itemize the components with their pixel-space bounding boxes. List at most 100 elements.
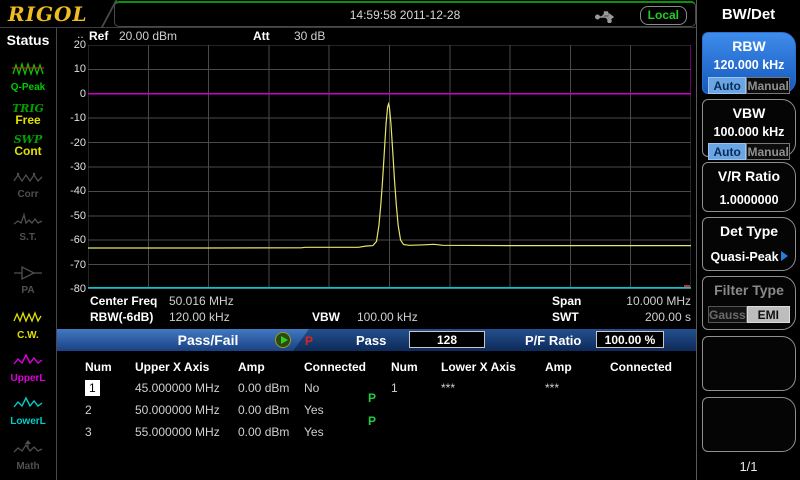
y-axis-tick: -70 [59,259,86,271]
vbw-value: 100.00 kHz [357,310,418,324]
softkey-blank-1[interactable] [702,336,796,391]
sidebar-item-label: Math [16,462,39,472]
y-axis-tick: 10 [59,63,86,75]
lower-row-connected [610,380,696,402]
y-axis-tick: -50 [59,210,86,222]
filter-emi-toggle[interactable]: EMI [747,306,790,323]
att-label: Att [253,29,270,43]
selected-cell[interactable]: 1 [85,380,100,396]
lower-row-x[interactable]: *** [441,380,545,402]
y-axis-tick: -10 [59,112,86,124]
sidebar-item-trig: TRIG Free [12,103,44,126]
sidebar-item-swp: SWP Cont [14,134,43,157]
col-header-num-lower: Num [391,351,441,380]
softkey-vbw[interactable]: VBW 100.000 kHz Auto Manual [702,99,796,157]
att-value: 30 dB [294,29,325,43]
rbw-auto-toggle[interactable]: Auto [708,77,746,94]
upper-row-x[interactable]: 45.000000 MHz [135,380,238,402]
pass-fail-title-tab: Pass/Fail [57,329,309,351]
sidebar-item-label: S.T. [19,233,36,243]
upper-row-connected[interactable]: No [304,380,370,402]
sidebar-item-label: PA [21,286,34,296]
upper-row-num[interactable]: 3 [85,424,135,446]
softkey-vr-ratio[interactable]: V/R Ratio 1.0000000 [702,162,796,212]
ref-value: 20.00 dBm [119,29,177,43]
col-header-amp-upper: Amp [238,351,304,380]
quasi-peak-wave-icon [12,60,44,82]
pass-mark: P [368,414,376,428]
upper-row-amp[interactable]: 0.00 dBm [238,402,304,424]
graph-header: .. Ref 20.00 dBm Att 30 dB [57,29,696,44]
lower-row-amp[interactable]: *** [545,380,610,402]
sidebar-item-qpeak: Q-Peak [11,60,45,93]
vbw-manual-toggle[interactable]: Manual [746,143,790,160]
sidebar-item-label: UpperL [11,374,46,384]
upper-row-num[interactable]: 2 [85,402,135,424]
col-header-upper-x: Upper X Axis [135,351,238,380]
pass-mark: P [368,391,376,405]
softkey-det-type[interactable]: Det Type Quasi-Peak [702,217,796,271]
cw-wave-icon [13,308,43,330]
rbw-value: 120.00 kHz [169,310,230,324]
math-wave-icon [13,439,43,461]
col-header-connected-upper: Connected [304,351,370,380]
center-freq-label: Center Freq [90,294,157,308]
col-header-amp-lower: Amp [545,351,610,380]
sidebar-item-corr: Corr [13,169,43,200]
y-axis-tick: -30 [59,161,86,173]
filter-gauss-toggle[interactable]: Gauss [708,306,747,323]
y-axis-tick: -20 [59,137,86,149]
upper-row-x[interactable]: 50.000000 MHz [135,402,238,424]
vbw-label: VBW [312,310,340,324]
swt-label: SWT [552,310,579,324]
vbw-auto-toggle[interactable]: Auto [708,143,746,160]
sidebar-item-label: Corr [17,190,38,200]
filter-type-label: Filter Type [703,282,795,298]
vr-ratio-value: 1.0000000 [703,193,795,207]
sidebar-item-cw: C.W. [13,308,43,341]
softkey-blank-2[interactable] [702,397,796,452]
limit-marker-red [684,285,690,287]
rbw-manual-toggle[interactable]: Manual [746,77,790,94]
vbw-menu-value: 100.000 kHz [703,125,795,139]
upper-row-amp[interactable]: 0.00 dBm [238,424,304,446]
upper-limit-wave-icon [13,351,43,373]
lower-row-num[interactable]: 1 [391,380,441,402]
swt-value: 200.00 s [645,310,691,324]
grid-lines [88,45,691,289]
upper-row-connected[interactable]: Yes [304,424,370,446]
vr-ratio-label: V/R Ratio [703,168,795,184]
top-bar: RIGOL 14:59:58 2011-12-28 Local [0,0,800,28]
upper-row-connected[interactable]: Yes [304,402,370,424]
lower-limit-wave-icon [13,394,43,416]
correction-wave-icon [13,169,43,189]
rigol-logo: RIGOL [8,2,88,26]
submenu-arrow-icon [781,251,788,261]
status-sidebar: Status Q-Peak TRIG Free SWP Cont [0,28,57,480]
rbw-menu-label: RBW [703,38,795,54]
preamp-icon [13,265,43,285]
play-button[interactable] [275,332,291,348]
col-header-connected-lower: Connected [610,351,696,380]
readout-row-2: RBW(-6dB) 120.00 kHz VBW 100.00 kHz SWT … [57,310,696,325]
softkey-filter-type[interactable]: Filter Type Gauss EMI [702,276,796,330]
readout-row-1: Center Freq 50.016 MHz Span 10.000 MHz [57,294,696,309]
sidebar-item-label: Q-Peak [11,83,45,93]
upper-row-x[interactable]: 55.000000 MHz [135,424,238,446]
spectrum-plot [88,45,691,289]
upper-row-num[interactable]: 1 [85,380,135,402]
softkey-rbw[interactable]: RBW 120.000 kHz Auto Manual [702,32,796,94]
limit-table: Num Upper X Axis Amp Connected Num Lower… [57,351,696,480]
det-type-label: Det Type [703,223,795,239]
sidebar-item-upperl: UpperL [11,351,46,384]
pass-fail-bar: Pass/Fail P Pass 128 P/F Ratio 100.00 % [57,329,696,351]
main-display: .. Ref 20.00 dBm Att 30 dB 20 10 0 -10 -… [57,28,696,480]
pass-indicator-p: P [305,334,313,348]
rbw-menu-value: 120.000 kHz [703,58,795,72]
y-axis-tick: 20 [59,39,86,51]
span-label: Span [552,294,581,308]
y-axis-tick: 0 [59,88,86,100]
span-value: 10.000 MHz [626,294,691,308]
center-freq-value: 50.016 MHz [169,294,234,308]
upper-row-amp[interactable]: 0.00 dBm [238,380,304,402]
